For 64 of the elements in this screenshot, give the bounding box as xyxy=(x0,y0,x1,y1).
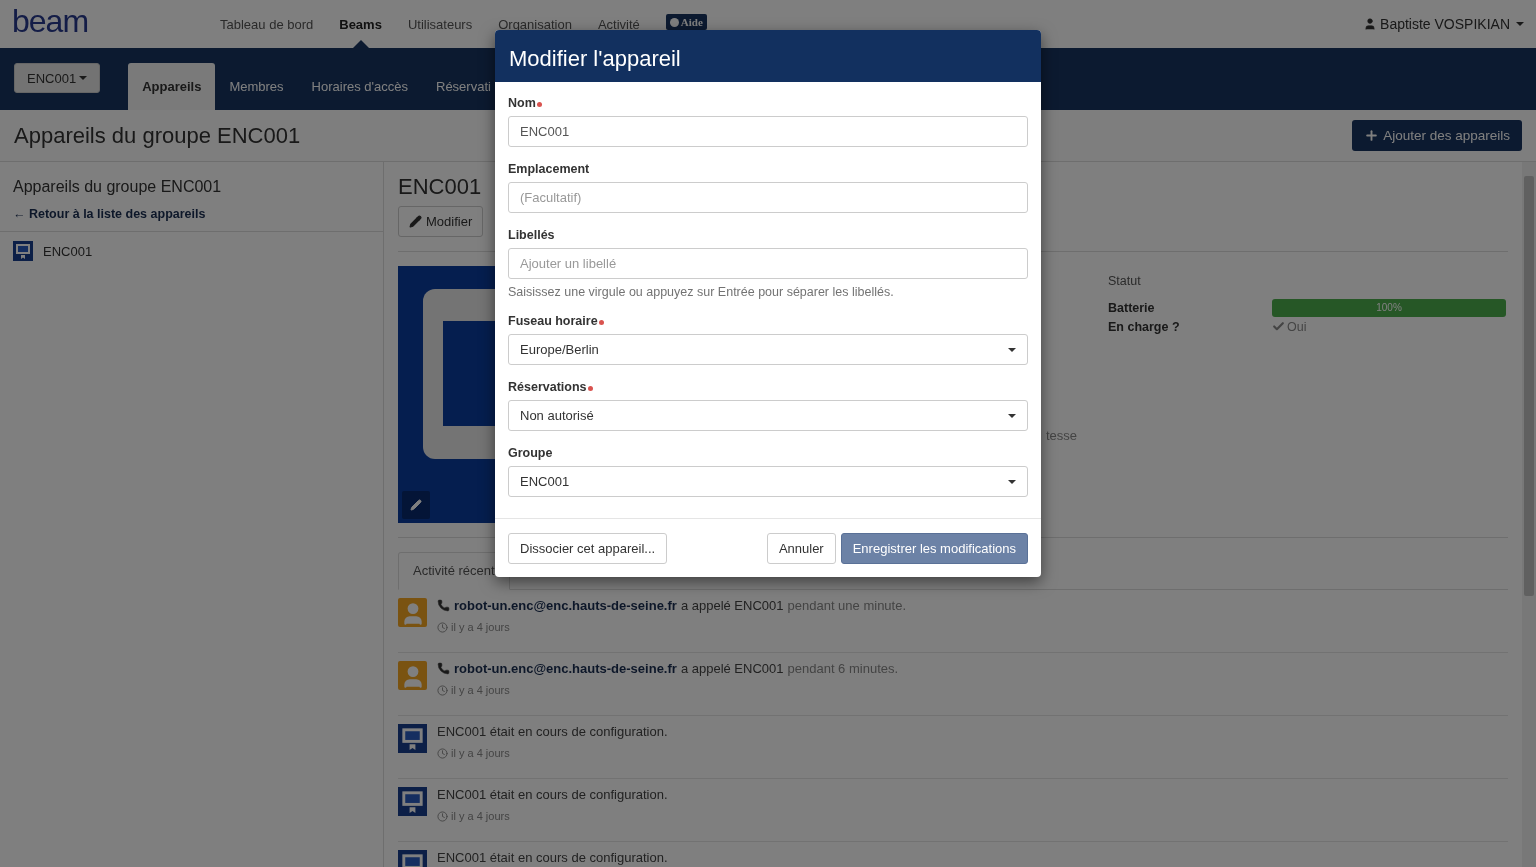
save-button[interactable]: Enregistrer les modifications xyxy=(840,533,1028,564)
activity-text: robot-un.enc@enc.hauts-de-seine.fr a appelé ENC001 pendant une minute. xyxy=(437,598,907,613)
charging-value: Oui xyxy=(1272,319,1506,334)
user-link[interactable]: robot-un.enc@enc.hauts-de-seine.fr xyxy=(454,598,677,613)
field-label: Nom xyxy=(508,96,1028,110)
dialog-title: Modifier l'appareil xyxy=(509,46,682,72)
status-label: Batterie xyxy=(1108,300,1156,315)
activity-text: ENC001 était en cours de configuration. xyxy=(437,724,668,739)
cancel-button[interactable]: Annuler xyxy=(766,533,836,564)
logo[interactable]: beam xyxy=(12,2,207,40)
activity-tab[interactable]: Activité récent xyxy=(398,552,510,590)
nav-link[interactable]: Utilisateurs xyxy=(394,0,486,48)
select-field[interactable]: ENC001 xyxy=(508,466,1028,497)
status-label: En charge ? xyxy=(1108,319,1181,334)
input-field[interactable]: ENC001 xyxy=(508,116,1028,147)
select-field[interactable]: Non autorisé xyxy=(508,400,1028,431)
plus-icon xyxy=(1364,128,1380,143)
status-title: Statut xyxy=(1108,274,1142,288)
nav-link[interactable]: Beams xyxy=(326,0,395,48)
battery-fill: 100% xyxy=(1272,298,1506,317)
input-field[interactable]: Ajouter un libellé xyxy=(508,248,1028,279)
check-icon xyxy=(1272,320,1285,333)
clock-icon xyxy=(437,810,448,822)
tab[interactable]: Appareils xyxy=(128,63,216,110)
user-menu[interactable]: Baptiste VOSPIKIAN xyxy=(1363,16,1524,32)
phone-icon xyxy=(437,599,450,612)
cut-off-text: tesse xyxy=(1046,428,1078,443)
pencil-icon xyxy=(409,215,422,228)
activity-text: robot-un.enc@enc.hauts-de-seine.fr a appelé ENC001 pendant 6 minutes. xyxy=(437,661,899,676)
edit-photo-button[interactable] xyxy=(402,491,430,519)
add-devices-button[interactable]: Ajouter des appareils xyxy=(1352,120,1522,151)
device-name: ENC001 xyxy=(398,174,482,200)
field-label: Emplacement xyxy=(508,162,591,176)
field-label: Groupe xyxy=(508,446,554,460)
tab[interactable]: Horaires d'accès xyxy=(297,63,422,110)
dissociate-button[interactable]: Dissocier cet appareil... xyxy=(508,533,668,564)
user-link[interactable]: robot-un.enc@enc.hauts-de-seine.fr xyxy=(454,661,677,676)
help-button[interactable]: Aide xyxy=(665,14,707,30)
nav-link[interactable]: Tableau de bord xyxy=(207,0,327,48)
tab[interactable]: Membres xyxy=(215,63,298,110)
field-label: Réservations xyxy=(508,380,1028,394)
device-icon xyxy=(398,787,427,816)
phone-icon xyxy=(437,662,450,675)
scrollbar[interactable] xyxy=(1522,162,1536,867)
clock-icon xyxy=(437,621,448,633)
select-field[interactable]: Europe/Berlin xyxy=(508,334,1028,365)
field-label: Libellés xyxy=(508,228,556,242)
activity-text: ENC001 était en cours de configuration. xyxy=(437,850,668,865)
input-field[interactable]: (Facultatif) xyxy=(508,182,1028,213)
help-text: Saisissez une virgule ou appuyez sur Entrée pour séparer les libellés. xyxy=(508,285,895,299)
edit-button[interactable]: Modifier xyxy=(398,206,484,237)
user-icon xyxy=(1363,17,1378,31)
page-title: Appareils du groupe ENC001 xyxy=(14,122,301,149)
device-icon xyxy=(398,724,427,753)
clock-icon xyxy=(437,747,448,759)
device-list-item[interactable]: ENC001 xyxy=(0,232,383,270)
activity-text: ENC001 était en cours de configuration. xyxy=(437,787,668,802)
monitor-icon xyxy=(13,241,33,261)
sidebar-title: Appareils du groupe ENC001 xyxy=(13,178,223,196)
group-dropdown[interactable]: ENC001 xyxy=(14,63,101,93)
field-label: Fuseau horaire xyxy=(508,314,1028,328)
clock-icon xyxy=(437,684,448,696)
pencil-icon xyxy=(410,499,422,511)
back-link[interactable]: ← Retour à la liste des appareils xyxy=(13,207,206,221)
